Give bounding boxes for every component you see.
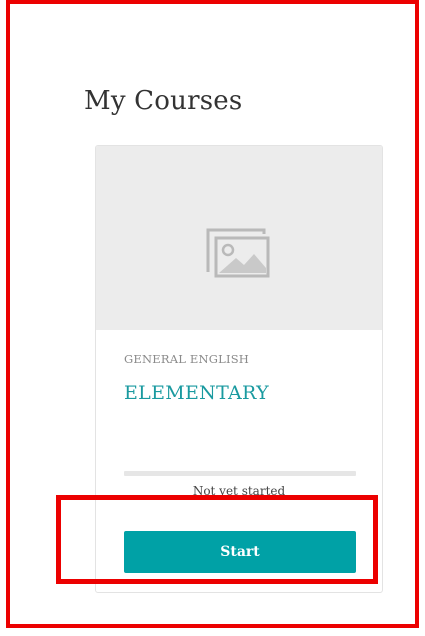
- page-title: My Courses: [84, 86, 243, 116]
- course-category: GENERAL ENGLISH: [124, 352, 250, 366]
- course-thumbnail[interactable]: [96, 146, 382, 330]
- course-title-link[interactable]: ELEMENTARY: [124, 382, 269, 404]
- course-progress-bar: [124, 471, 356, 476]
- course-status: Not yet started: [192, 484, 286, 498]
- start-button[interactable]: Start: [124, 531, 356, 573]
- course-card[interactable]: GENERAL ENGLISH ELEMENTARY Not yet start…: [95, 145, 383, 593]
- image-placeholder-icon: [206, 228, 270, 278]
